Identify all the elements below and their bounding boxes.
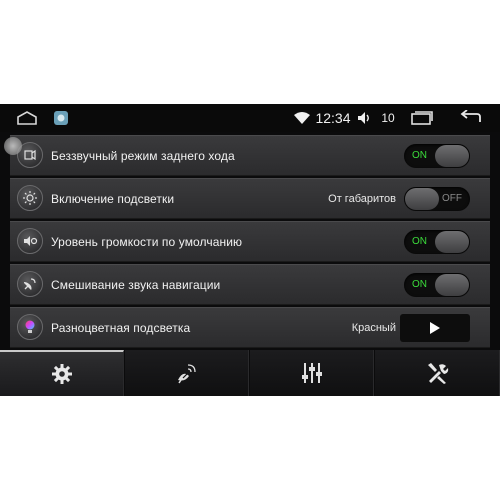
setting-label: Разноцветная подсветка bbox=[51, 321, 191, 335]
toggle-state: ON bbox=[412, 150, 427, 161]
app-icon[interactable] bbox=[52, 104, 70, 132]
tab-navigation-settings[interactable] bbox=[125, 350, 249, 396]
wifi-icon bbox=[292, 104, 312, 132]
clock-time: 12:34 bbox=[315, 110, 351, 126]
volume-default-icon bbox=[17, 228, 43, 254]
backlight-color-value: Красный bbox=[351, 322, 396, 334]
toggle-knob bbox=[435, 231, 469, 253]
setting-row-silent-reverse[interactable]: Беззвучный режим заднего хода ON bbox=[10, 135, 490, 176]
toggle-state: OFF bbox=[442, 193, 462, 204]
setting-row-backlight[interactable]: Включение подсветки От габаритов OFF bbox=[10, 178, 490, 219]
setting-label: Беззвучный режим заднего хода bbox=[51, 149, 235, 163]
tab-system-settings[interactable] bbox=[375, 350, 500, 396]
home-outline-icon[interactable] bbox=[14, 104, 40, 132]
setting-row-nav-mix[interactable]: Смешивание звука навигации ON bbox=[10, 264, 490, 305]
recent-apps-icon[interactable] bbox=[408, 104, 436, 132]
status-bar: 12:34 10 bbox=[0, 104, 500, 132]
toggle-knob bbox=[435, 145, 469, 167]
navigation-mix-icon bbox=[17, 271, 43, 297]
volume-icon bbox=[356, 104, 372, 132]
toggle-knob bbox=[405, 188, 439, 210]
tools-icon bbox=[428, 363, 449, 384]
volume-level: 10 bbox=[381, 111, 395, 125]
toggle-knob bbox=[435, 274, 469, 296]
nav-mix-toggle[interactable]: ON bbox=[404, 273, 470, 297]
toggle-state: ON bbox=[412, 279, 427, 290]
setting-row-default-volume[interactable]: Уровень громкости по умолчанию ON bbox=[10, 221, 490, 262]
backlight-source-value: От габаритов bbox=[328, 193, 396, 205]
setting-label: Уровень громкости по умолчанию bbox=[51, 235, 243, 249]
silent-reverse-toggle[interactable]: ON bbox=[404, 144, 470, 168]
equalizer-icon bbox=[301, 363, 322, 383]
color-bulb-icon bbox=[17, 314, 43, 340]
color-select-button[interactable] bbox=[400, 314, 470, 342]
play-icon bbox=[430, 322, 440, 334]
setting-label: Смешивание звука навигации bbox=[51, 278, 221, 292]
gear-icon bbox=[51, 364, 72, 384]
setting-row-color-backlight[interactable]: Разноцветная подсветка Красный bbox=[10, 307, 490, 348]
backlight-toggle[interactable]: OFF bbox=[404, 187, 470, 211]
default-volume-toggle[interactable]: ON bbox=[404, 230, 470, 254]
back-icon[interactable] bbox=[456, 104, 486, 132]
touch-indicator bbox=[4, 137, 22, 155]
bottom-tab-bar bbox=[0, 350, 500, 396]
brightness-icon bbox=[17, 185, 43, 211]
satellite-dish-icon bbox=[177, 364, 196, 384]
tab-audio-settings[interactable] bbox=[250, 350, 374, 396]
setting-label: Включение подсветки bbox=[51, 192, 175, 206]
toggle-state: ON bbox=[412, 236, 427, 247]
tab-general-settings[interactable] bbox=[0, 350, 124, 396]
